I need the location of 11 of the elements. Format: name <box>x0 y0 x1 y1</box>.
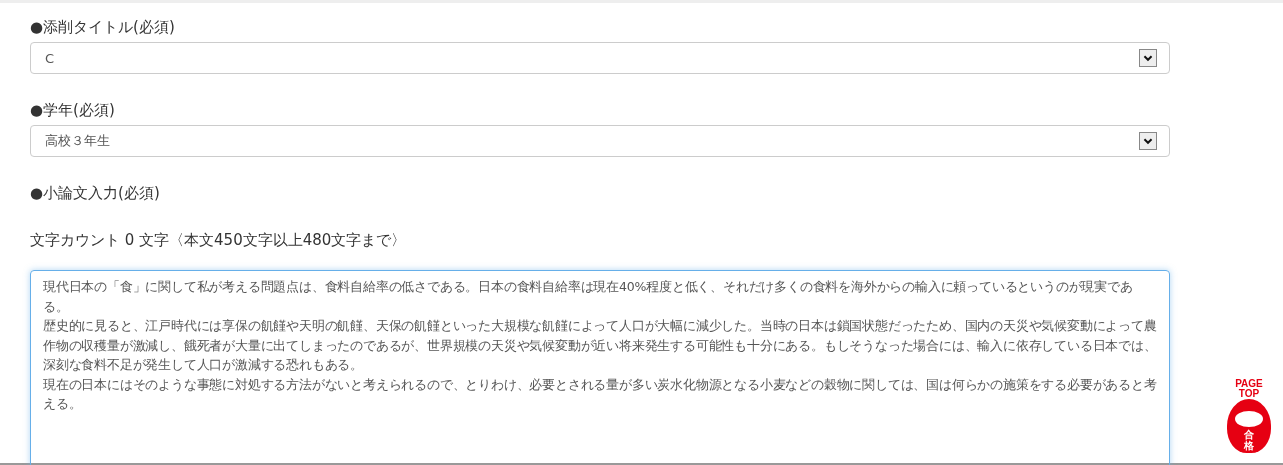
select-field[interactable]: C <box>30 42 1170 74</box>
page-top-link[interactable]: PAGE TOP 合格 <box>1227 379 1271 453</box>
essay-textarea[interactable]: 現代日本の「食」に関して私が考える問題点は、食料自給率の低さである。日本の食料自給率は現在40%程度と低く、それだけ多くの食料を海外からの輸入に頼っているというのが現実である。 歴史的に見ると、江戸時代には享保の飢饉や天明の飢饉、天保の飢饉といった大規模な飢饉によって人口が大幅に減少した。当時の日本は鎖国状態だったため、国内の天災や気候変動によって農作物の収穫量が激減し、餓死者が大量に出てしまったのであるが、世界規模の天災や気候変動が近い将来発生する可能性も十分にある。もしそうなった場合には、輸入に依存している日本では、深刻な食料不足が発生して人口が激減する恐れもある。 現在の日本にはそのような事態に対処する方法がないと考えられるので、とりわけ、必要とされる量が多い炭水化物源となる小麦などの穀物に関しては、国は何らかの施策をする必要があると考える。 <box>30 270 1170 465</box>
select-field[interactable]: 高校３年生 <box>30 125 1170 157</box>
character-counter: 文字カウント 0 文字〈本文450文字以上480文字まで〉 <box>30 230 408 250</box>
field-label: ●小論文入力(必須) <box>30 183 161 203</box>
chevron-down-icon <box>1139 132 1157 150</box>
field-label: ●学年(必須) <box>30 100 116 120</box>
chevron-down-icon <box>1139 49 1157 67</box>
daruma-icon: 合格 <box>1227 399 1271 453</box>
field-label: ●添削タイトル(必須) <box>30 17 176 37</box>
